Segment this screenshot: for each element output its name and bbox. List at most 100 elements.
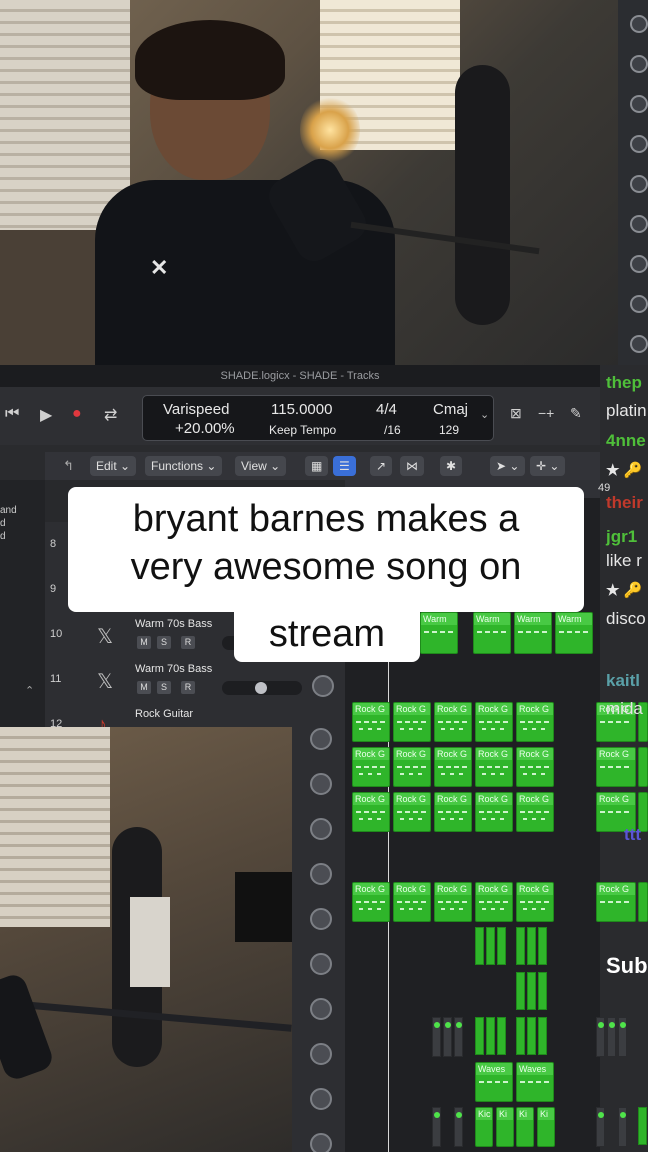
- audio-region[interactable]: [475, 927, 484, 965]
- functions-menu[interactable]: Functions ⌄: [145, 456, 223, 476]
- audio-region[interactable]: [527, 927, 536, 965]
- record-enable-button[interactable]: R: [181, 681, 195, 694]
- midi-region[interactable]: Ki: [516, 1107, 534, 1147]
- cycle-icon[interactable]: ⇄: [104, 405, 117, 425]
- fader-knob[interactable]: [255, 682, 267, 694]
- pointer-tool-icon[interactable]: ➤ ⌄: [490, 456, 526, 476]
- midi-region[interactable]: Rock G: [352, 792, 390, 832]
- snap-icon[interactable]: ✱: [440, 456, 463, 476]
- audio-region[interactable]: [538, 972, 547, 1010]
- pan-knob[interactable]: [630, 15, 648, 33]
- midi-region[interactable]: Rock G: [475, 882, 513, 922]
- pan-knob[interactable]: [310, 953, 332, 975]
- record-enable-button[interactable]: R: [181, 636, 195, 649]
- audio-region[interactable]: [538, 927, 547, 965]
- midi-region[interactable]: Rock G: [393, 792, 431, 832]
- pan-knob[interactable]: [310, 1133, 332, 1152]
- audio-region[interactable]: [527, 1017, 536, 1055]
- audio-region[interactable]: [475, 1017, 484, 1055]
- midi-region[interactable]: Rock G: [434, 747, 472, 787]
- audio-region[interactable]: [527, 972, 536, 1010]
- midi-region[interactable]: Rock G: [475, 792, 513, 832]
- track-row[interactable]: 11 𝕏 Warm 70s Bass M S R: [45, 657, 345, 703]
- pan-knob[interactable]: [310, 863, 332, 885]
- midi-region[interactable]: Rock G: [352, 882, 390, 922]
- flex-icon[interactable]: ⋈: [400, 456, 424, 476]
- midi-region[interactable]: Rock G: [434, 702, 472, 742]
- midi-region[interactable]: Rock G: [352, 702, 390, 742]
- midi-region[interactable]: Warm: [473, 612, 511, 654]
- midi-region[interactable]: Rock G: [516, 702, 554, 742]
- midi-region[interactable]: Rock G: [434, 792, 472, 832]
- muted-region[interactable]: [432, 1017, 441, 1057]
- midi-region[interactable]: Ki: [537, 1107, 555, 1147]
- audio-region[interactable]: [516, 927, 525, 965]
- audio-region[interactable]: [538, 1017, 547, 1055]
- midi-region[interactable]: Rock G: [475, 702, 513, 742]
- pan-knob[interactable]: [630, 135, 648, 153]
- midi-region[interactable]: Warm: [514, 612, 552, 654]
- pan-knob[interactable]: [310, 1088, 332, 1110]
- midi-region[interactable]: Rock G: [393, 882, 431, 922]
- midi-region[interactable]: Warm: [555, 612, 593, 654]
- mute-button[interactable]: M: [137, 681, 151, 694]
- midi-region[interactable]: Rock G: [434, 882, 472, 922]
- pan-knob[interactable]: [630, 295, 648, 313]
- lcd-display[interactable]: Varispeed +20.00% 115.0000 Keep Tempo 4/…: [142, 395, 494, 441]
- pan-knob[interactable]: [630, 335, 648, 353]
- audio-region[interactable]: [486, 927, 495, 965]
- audio-region[interactable]: Waves: [475, 1062, 513, 1102]
- muted-region[interactable]: [432, 1107, 441, 1147]
- nudge-icon[interactable]: −+: [538, 405, 554, 421]
- solo-button[interactable]: S: [157, 681, 171, 694]
- chevron-down-icon[interactable]: ⌄: [480, 408, 489, 421]
- pan-knob[interactable]: [312, 675, 334, 697]
- volume-fader[interactable]: [222, 681, 302, 695]
- midi-region[interactable]: Kic: [475, 1107, 493, 1147]
- tuner-icon[interactable]: ✎: [570, 405, 582, 422]
- rewind-icon[interactable]: ⏮: [5, 405, 19, 423]
- grid-view-icon[interactable]: ▦: [305, 456, 329, 476]
- muted-region[interactable]: [454, 1017, 463, 1057]
- catch-icon[interactable]: ↗: [370, 456, 393, 476]
- edit-menu[interactable]: Edit ⌄: [90, 456, 137, 476]
- pan-knob[interactable]: [310, 773, 332, 795]
- pan-knob[interactable]: [310, 818, 332, 840]
- midi-region[interactable]: Rock G: [352, 747, 390, 787]
- pan-knob[interactable]: [310, 728, 332, 750]
- midi-region[interactable]: Rock G: [516, 882, 554, 922]
- muted-region[interactable]: [454, 1107, 463, 1147]
- pan-knob[interactable]: [310, 998, 332, 1020]
- pan-knob[interactable]: [630, 95, 648, 113]
- midi-region[interactable]: Rock G: [475, 747, 513, 787]
- audio-region[interactable]: [486, 1017, 495, 1055]
- muted-region[interactable]: [443, 1017, 452, 1057]
- pencil-tool-icon[interactable]: ✛ ⌄: [530, 456, 566, 476]
- mute-button[interactable]: M: [137, 636, 151, 649]
- pan-knob[interactable]: [630, 55, 648, 73]
- record-icon[interactable]: ●: [72, 405, 82, 423]
- pan-knob[interactable]: [630, 215, 648, 233]
- solo-button[interactable]: S: [157, 636, 171, 649]
- audio-region[interactable]: [497, 1017, 506, 1055]
- chevron-updown-icon[interactable]: ⌃: [25, 684, 34, 697]
- audio-region[interactable]: Waves: [516, 1062, 554, 1102]
- audio-region[interactable]: [516, 972, 525, 1010]
- midi-region[interactable]: Rock G: [393, 747, 431, 787]
- view-menu[interactable]: View ⌄: [235, 456, 287, 476]
- midi-region[interactable]: Warm: [420, 612, 458, 654]
- pan-knob[interactable]: [310, 1043, 332, 1065]
- audio-region[interactable]: [516, 1017, 525, 1055]
- audio-region[interactable]: [497, 927, 506, 965]
- play-icon[interactable]: ▶: [40, 405, 52, 425]
- midi-region[interactable]: Rock G: [516, 792, 554, 832]
- pan-knob[interactable]: [630, 175, 648, 193]
- midi-region[interactable]: Rock G: [516, 747, 554, 787]
- midi-region[interactable]: Ki: [496, 1107, 514, 1147]
- midi-region[interactable]: Rock G: [393, 702, 431, 742]
- close-icon[interactable]: ⊠: [510, 405, 522, 422]
- pan-knob[interactable]: [310, 908, 332, 930]
- pan-knob[interactable]: [630, 255, 648, 273]
- list-view-icon[interactable]: ☰: [333, 456, 356, 476]
- back-icon[interactable]: ↰: [63, 458, 74, 474]
